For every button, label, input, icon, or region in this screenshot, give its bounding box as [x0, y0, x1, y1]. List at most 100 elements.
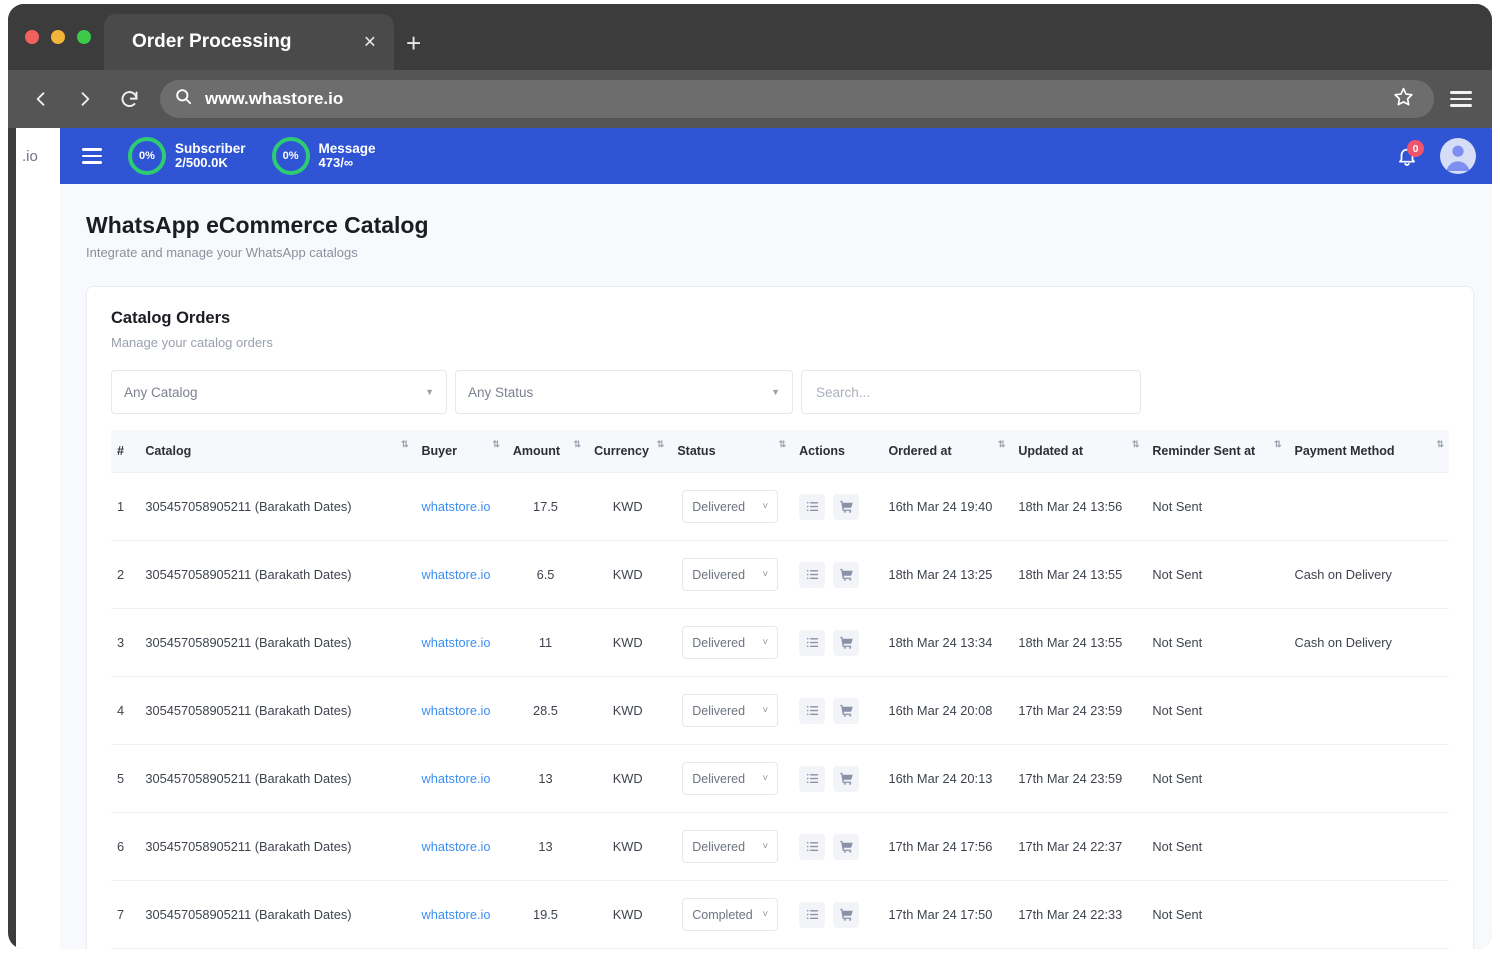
search-input[interactable] — [801, 370, 1141, 414]
cart-icon[interactable] — [833, 493, 860, 520]
cart-icon[interactable] — [833, 765, 860, 792]
table-row: 4 305457058905211 (Barakath Dates) whatsto… — [111, 676, 1449, 745]
column-label: Catalog — [145, 444, 192, 458]
status-select[interactable]: Delivered ˅ — [682, 558, 779, 591]
list-icon[interactable] — [799, 765, 826, 792]
column-header-updated-at[interactable]: Updated at ⇅ — [1010, 430, 1145, 473]
column-header-catalog[interactable]: Catalog ⇅ — [137, 430, 414, 473]
cell-actions — [791, 608, 881, 677]
status-value: Delivered — [692, 567, 746, 582]
sort-icon: ⇅ — [1273, 439, 1281, 449]
column-header-index[interactable]: # — [111, 430, 138, 473]
cell-actions — [791, 880, 881, 949]
reload-icon[interactable] — [116, 86, 142, 112]
user-avatar[interactable] — [1440, 138, 1476, 174]
buyer-link[interactable]: whatstore.io — [422, 499, 491, 514]
sidebar-toggle-icon[interactable] — [82, 148, 102, 164]
sort-icon: ⇅ — [997, 439, 1005, 449]
maximize-window-button[interactable] — [77, 30, 91, 44]
column-label: Amount — [512, 444, 561, 458]
buyer-link[interactable]: whatstore.io — [422, 771, 491, 786]
cell-ordered-at: 18th Mar 24 13:25 — [880, 540, 1011, 609]
cell-reminder-sent-at: Not Sent — [1144, 812, 1287, 881]
close-tab-icon[interactable]: × — [364, 32, 376, 53]
list-icon[interactable] — [799, 901, 826, 928]
address-bar[interactable]: www.whastore.io — [160, 80, 1434, 118]
column-header-ordered-at[interactable]: Ordered at ⇅ — [880, 430, 1011, 473]
cell-status: Delivered ˅ — [669, 744, 792, 813]
cell-index: 3 — [111, 608, 138, 677]
cell-reminder-sent-at: Not Sent — [1144, 472, 1287, 541]
status-select[interactable]: Delivered ˅ — [682, 626, 779, 659]
sort-icon: ⇅ — [492, 439, 499, 449]
column-header-status[interactable]: Status ⇅ — [669, 430, 792, 473]
column-header-reminder-sent-at[interactable]: Reminder Sent at ⇅ — [1144, 430, 1287, 473]
browser-tab[interactable]: Order Processing × — [104, 14, 394, 70]
cart-icon[interactable] — [833, 697, 860, 724]
tab-title: Order Processing — [132, 31, 292, 52]
catalog-filter-select[interactable]: Any Catalog ▼ — [111, 370, 447, 414]
new-tab-icon[interactable]: + — [406, 30, 421, 56]
column-label: Actions — [799, 444, 845, 458]
back-arrow-icon[interactable] — [28, 86, 54, 112]
chevron-down-icon: ▼ — [771, 387, 780, 397]
browser-menu-icon[interactable] — [1450, 91, 1472, 107]
cell-catalog: 305457058905211 (Barakath Dates) — [137, 744, 414, 813]
cell-ordered-at: 18th Mar 24 13:34 — [880, 608, 1011, 677]
page-viewport: .io 0% Subscriber 2/500.0K 0% Message 47… — [16, 128, 1492, 949]
cell-index: 1 — [111, 472, 138, 541]
cell-catalog: 305457058905211 (Barakath Dates) — [137, 472, 414, 541]
list-icon[interactable] — [799, 629, 826, 656]
forward-arrow-icon[interactable] — [72, 86, 98, 112]
cell-reminder-sent-at: Not Sent — [1144, 540, 1287, 609]
status-select[interactable]: Delivered ˅ — [682, 694, 779, 727]
column-header-payment-method[interactable]: Payment Method ⇅ — [1286, 430, 1449, 473]
user-icon — [1446, 145, 1470, 171]
status-value: Delivered — [692, 839, 746, 854]
message-stat: 0% Message 473/∞ — [271, 137, 376, 175]
buyer-link[interactable]: whatstore.io — [422, 907, 491, 922]
column-header-amount[interactable]: Amount ⇅ — [504, 430, 587, 473]
cell-currency: KWD — [586, 608, 670, 677]
chevron-down-icon: ˅ — [762, 637, 769, 648]
buyer-link[interactable]: whatstore.io — [422, 567, 491, 582]
url-text: www.whastore.io — [205, 89, 344, 108]
cell-actions — [791, 472, 881, 541]
message-progress-ring: 0% — [271, 137, 310, 175]
list-icon[interactable] — [799, 833, 826, 860]
status-filter-value: Any Status — [468, 384, 534, 400]
notifications-button[interactable]: 0 — [1396, 140, 1424, 167]
list-icon[interactable] — [799, 697, 826, 724]
cell-updated-at: 17th Mar 24 23:59 — [1010, 744, 1145, 813]
cell-catalog: 305457058905211 (Barakath Dates) — [137, 540, 414, 609]
sort-icon: ⇅ — [573, 439, 581, 449]
star-icon[interactable] — [1393, 86, 1414, 112]
cart-icon[interactable] — [833, 629, 860, 656]
status-value: Delivered — [692, 635, 746, 650]
cell-amount: 17.5 — [504, 472, 587, 541]
buyer-link[interactable]: whatstore.io — [422, 703, 491, 718]
column-header-currency[interactable]: Currency ⇅ — [586, 430, 670, 473]
status-select[interactable]: Completed ˅ — [682, 898, 779, 931]
buyer-link[interactable]: whatstore.io — [422, 635, 491, 650]
list-icon[interactable] — [799, 493, 826, 520]
cell-reminder-sent-at: Not Sent — [1144, 676, 1287, 745]
table-row: 7 305457058905211 (Barakath Dates) whatsto… — [111, 880, 1449, 949]
list-icon[interactable] — [799, 561, 826, 588]
chevron-down-icon: ▼ — [425, 387, 434, 397]
status-select[interactable]: Delivered ˅ — [682, 490, 779, 523]
close-window-button[interactable] — [25, 30, 39, 44]
status-filter-select[interactable]: Any Status ▼ — [455, 370, 793, 414]
buyer-link[interactable]: whatstore.io — [422, 839, 491, 854]
status-select[interactable]: Delivered ˅ — [682, 762, 779, 795]
cart-icon[interactable] — [833, 833, 860, 860]
status-select[interactable]: Delivered ˅ — [682, 830, 779, 863]
cell-catalog: 305457058905211 (Barakath Dates) — [137, 676, 414, 745]
minimize-window-button[interactable] — [51, 30, 65, 44]
subscriber-progress-ring: 0% — [128, 137, 166, 175]
column-header-buyer[interactable]: Buyer ⇅ — [413, 430, 505, 473]
cart-icon[interactable] — [833, 901, 860, 928]
card-title: Catalog Orders — [111, 309, 231, 327]
column-label: Status — [677, 444, 716, 458]
cart-icon[interactable] — [833, 561, 860, 588]
